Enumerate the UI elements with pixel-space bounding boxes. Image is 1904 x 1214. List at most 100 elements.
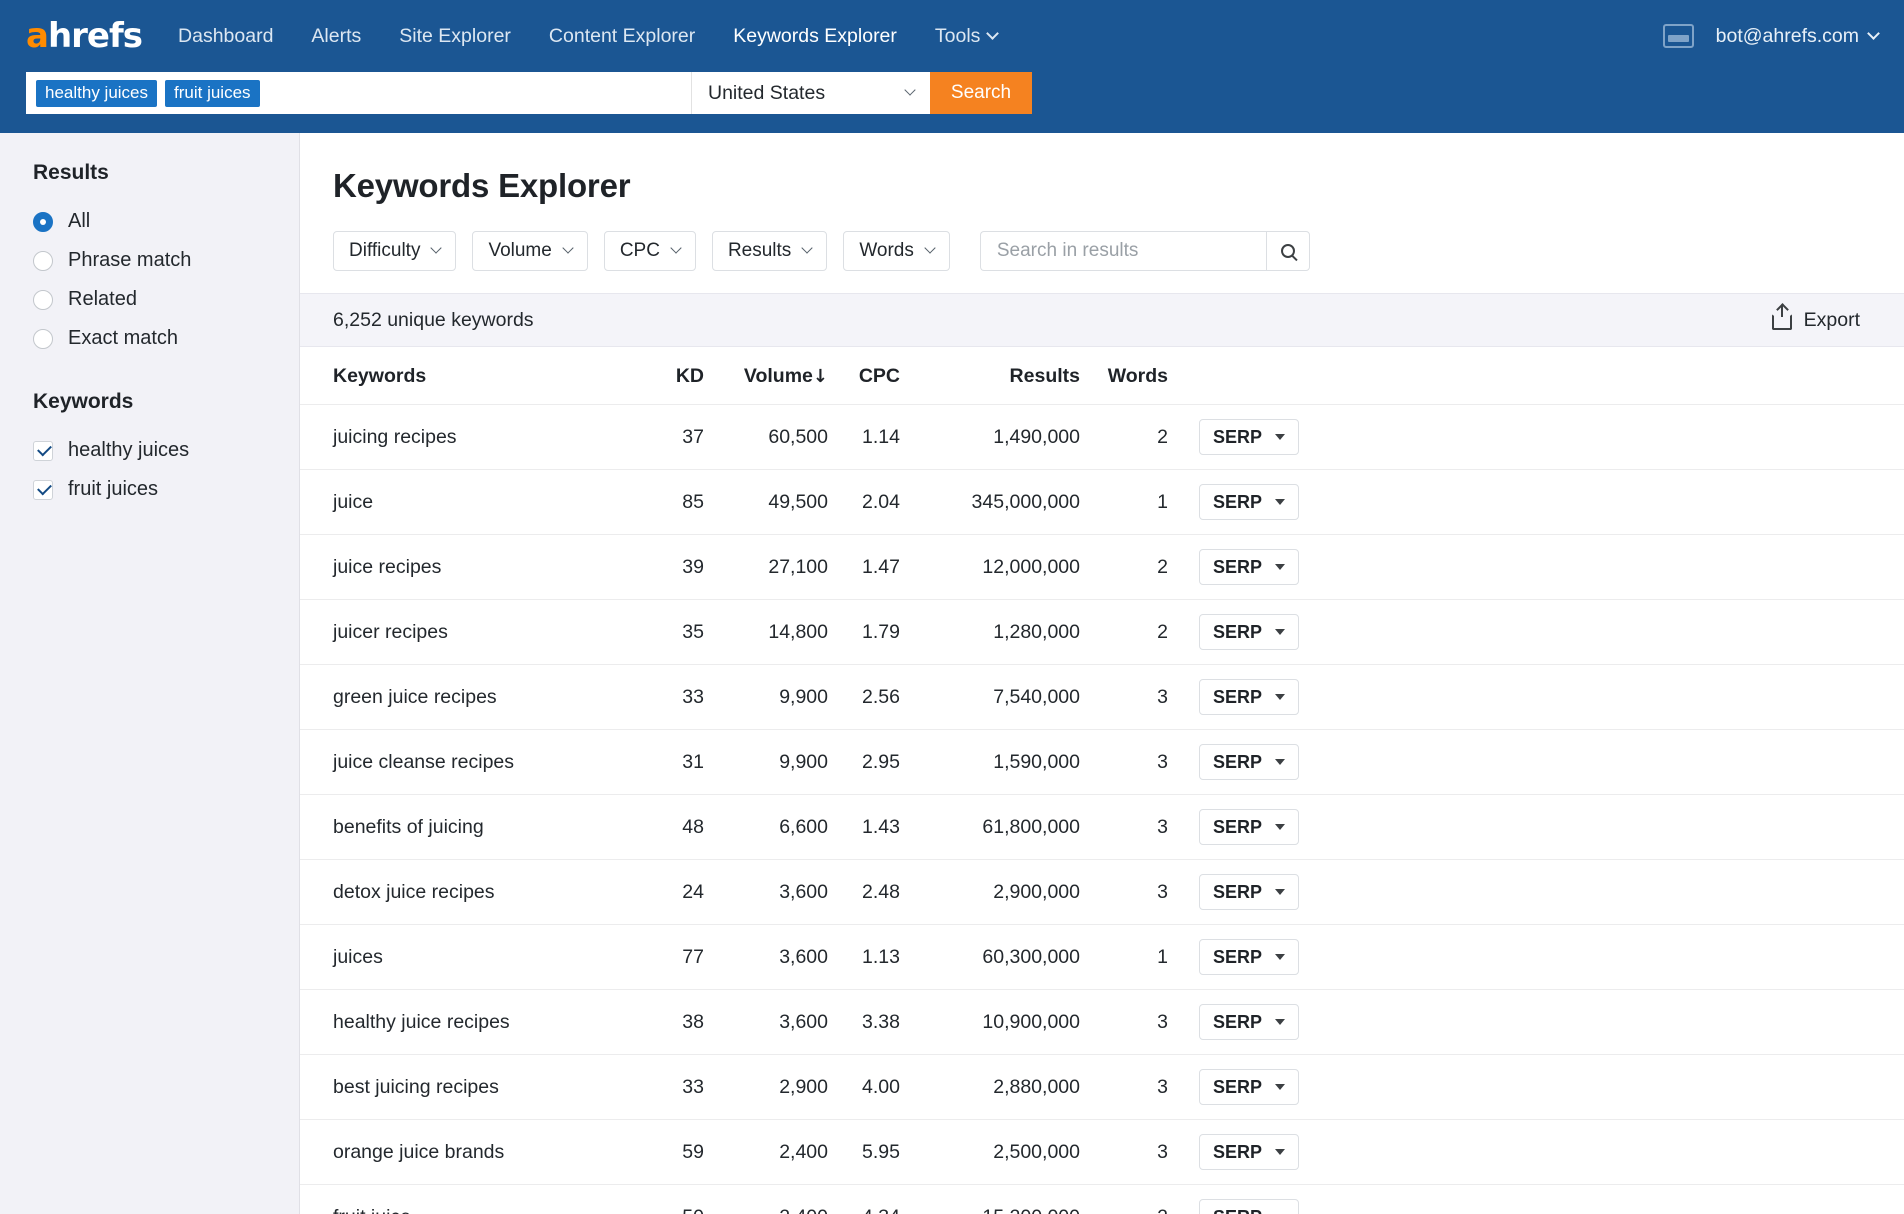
- table-row[interactable]: juicer recipes 35 14,800 1.79 1,280,000 2 SERP: [300, 599, 1904, 665]
- keyword-chip-1[interactable]: healthy juices: [36, 79, 158, 107]
- search-button[interactable]: Search: [930, 72, 1032, 114]
- inbox-icon[interactable]: [1662, 24, 1694, 48]
- nav-item-site-explorer[interactable]: Site Explorer: [399, 25, 511, 48]
- serp-button[interactable]: SERP: [1199, 419, 1300, 455]
- cell-keyword[interactable]: juicing recipes: [300, 404, 630, 470]
- ahrefs-logo[interactable]: ahrefs: [26, 19, 143, 53]
- checkbox-checked-icon[interactable]: [33, 479, 53, 500]
- page-title: Keywords Explorer: [333, 167, 631, 204]
- serp-button[interactable]: SERP: [1199, 874, 1300, 910]
- sidebar-section-keywords-title: Keywords: [33, 390, 134, 413]
- cell-keyword[interactable]: juicer recipes: [300, 599, 630, 665]
- cell-volume: 3,600: [704, 989, 828, 1055]
- search-in-results-input[interactable]: [979, 231, 1266, 271]
- table-row[interactable]: orange juice brands 59 2,400 5.95 2,500,000 3…: [300, 1119, 1904, 1185]
- caret-down-icon: [1275, 434, 1286, 440]
- cell-kd: 37: [630, 404, 704, 470]
- serp-button[interactable]: SERP: [1199, 744, 1300, 780]
- serp-button[interactable]: SERP: [1199, 614, 1300, 650]
- table-row[interactable]: juice recipes 39 27,100 1.47 12,000,000 2 SERP: [300, 534, 1904, 600]
- serp-button[interactable]: SERP: [1199, 1069, 1300, 1105]
- cell-keyword[interactable]: green juice recipes: [300, 664, 630, 730]
- chevron-down-icon: [1867, 26, 1880, 40]
- keyword-chip-2[interactable]: fruit juices: [165, 79, 260, 107]
- serp-button[interactable]: SERP: [1199, 1199, 1300, 1214]
- filter-difficulty[interactable]: Difficulty: [333, 231, 457, 271]
- cell-keyword[interactable]: juice: [300, 469, 630, 535]
- column-header-kd[interactable]: KD: [630, 347, 704, 405]
- column-header-cpc[interactable]: CPC: [828, 347, 900, 405]
- cell-keyword[interactable]: healthy juice recipes: [300, 989, 630, 1055]
- export-button[interactable]: Export: [1771, 305, 1860, 332]
- country-select-value: United States: [708, 81, 826, 104]
- table-row[interactable]: juice cleanse recipes 31 9,900 2.95 1,590,00…: [300, 729, 1904, 795]
- search-icon: [1280, 244, 1295, 258]
- radio-unselected-icon[interactable]: [33, 289, 53, 310]
- cell-words: 3: [1080, 859, 1168, 925]
- radio-unselected-icon[interactable]: [33, 250, 53, 271]
- column-header-keywords[interactable]: Keywords: [300, 347, 630, 405]
- table-row[interactable]: juice 85 49,500 2.04 345,000,000 1 SERP: [300, 469, 1904, 535]
- sidebar-radio-related[interactable]: Related: [33, 280, 299, 319]
- keyword-input-field[interactable]: healthy juices fruit juices: [26, 72, 692, 114]
- cell-cpc: 5.95: [828, 1119, 900, 1185]
- table-row[interactable]: detox juice recipes 24 3,600 2.48 2,900,000 3…: [300, 859, 1904, 925]
- column-header-results[interactable]: Results: [900, 347, 1080, 405]
- sidebar-radio-phrase-match[interactable]: Phrase match: [33, 241, 299, 280]
- cell-volume: 27,100: [704, 534, 828, 600]
- nav-item-dashboard[interactable]: Dashboard: [178, 25, 273, 48]
- cell-keyword[interactable]: best juicing recipes: [300, 1054, 630, 1120]
- cell-serp: SERP: [1168, 599, 1904, 665]
- filter-cpc[interactable]: CPC: [603, 231, 696, 271]
- serp-button[interactable]: SERP: [1199, 809, 1300, 845]
- country-select[interactable]: United States: [692, 72, 930, 114]
- sidebar-checkbox-fruit-juices[interactable]: fruit juices: [33, 470, 299, 509]
- cell-kd: 59: [630, 1119, 704, 1185]
- serp-button[interactable]: SERP: [1199, 679, 1300, 715]
- cell-keyword[interactable]: juice recipes: [300, 534, 630, 600]
- cell-keyword[interactable]: detox juice recipes: [300, 859, 630, 925]
- table-row[interactable]: green juice recipes 33 9,900 2.56 7,540,000 3…: [300, 664, 1904, 730]
- cell-keyword[interactable]: benefits of juicing: [300, 794, 630, 860]
- serp-button[interactable]: SERP: [1199, 1134, 1300, 1170]
- radio-selected-icon[interactable]: [33, 211, 53, 232]
- filters-sidebar: Results All Phrase match Related Exact m…: [0, 133, 300, 1214]
- column-header-volume[interactable]: Volume↓: [704, 347, 828, 405]
- nav-item-alerts[interactable]: Alerts: [311, 25, 361, 48]
- cell-keyword[interactable]: fruit juice: [300, 1184, 630, 1214]
- cell-keyword[interactable]: juices: [300, 924, 630, 990]
- table-row[interactable]: best juicing recipes 33 2,900 4.00 2,880,000…: [300, 1054, 1904, 1120]
- radio-unselected-icon[interactable]: [33, 328, 53, 349]
- account-menu[interactable]: bot@ahrefs.com: [1716, 25, 1880, 48]
- cell-volume: 2,900: [704, 1054, 828, 1120]
- nav-item-tools[interactable]: Tools: [935, 25, 1000, 48]
- column-header-words[interactable]: Words: [1080, 347, 1168, 405]
- chevron-down-icon: [924, 242, 936, 254]
- table-row[interactable]: juices 77 3,600 1.13 60,300,000 1 SERP: [300, 924, 1904, 990]
- nav-item-content-explorer[interactable]: Content Explorer: [549, 25, 695, 48]
- table-row[interactable]: juicing recipes 37 60,500 1.14 1,490,000 2 SER…: [300, 404, 1904, 470]
- table-row[interactable]: healthy juice recipes 38 3,600 3.38 10,900,0…: [300, 989, 1904, 1055]
- table-row[interactable]: fruit juice502,4004.3415,200,0002 SERP: [300, 1184, 1904, 1214]
- sidebar-checkbox-healthy-juices[interactable]: healthy juices: [33, 431, 299, 470]
- serp-button-label: SERP: [1213, 881, 1263, 902]
- serp-button-label: SERP: [1213, 1207, 1262, 1214]
- filter-words[interactable]: Words: [843, 231, 950, 271]
- cell-keyword[interactable]: juice cleanse recipes: [300, 729, 630, 795]
- serp-button[interactable]: SERP: [1199, 1004, 1300, 1040]
- cell-volume: 9,900: [704, 664, 828, 730]
- filter-volume[interactable]: Volume: [472, 231, 588, 271]
- caret-down-icon: [1275, 499, 1286, 505]
- sidebar-radio-all[interactable]: All: [33, 202, 299, 241]
- sidebar-radio-exact-match[interactable]: Exact match: [33, 319, 299, 358]
- serp-button[interactable]: SERP: [1199, 549, 1300, 585]
- cell-keyword[interactable]: orange juice brands: [300, 1119, 630, 1185]
- search-in-results-button[interactable]: [1265, 231, 1310, 271]
- serp-button[interactable]: SERP: [1199, 939, 1300, 975]
- serp-button[interactable]: SERP: [1199, 484, 1300, 520]
- caret-down-icon: [1275, 759, 1286, 765]
- checkbox-checked-icon[interactable]: [33, 440, 53, 461]
- filter-results[interactable]: Results: [711, 231, 828, 271]
- nav-item-keywords-explorer[interactable]: Keywords Explorer: [733, 25, 897, 48]
- table-row[interactable]: benefits of juicing 48 6,600 1.43 61,800,000…: [300, 794, 1904, 860]
